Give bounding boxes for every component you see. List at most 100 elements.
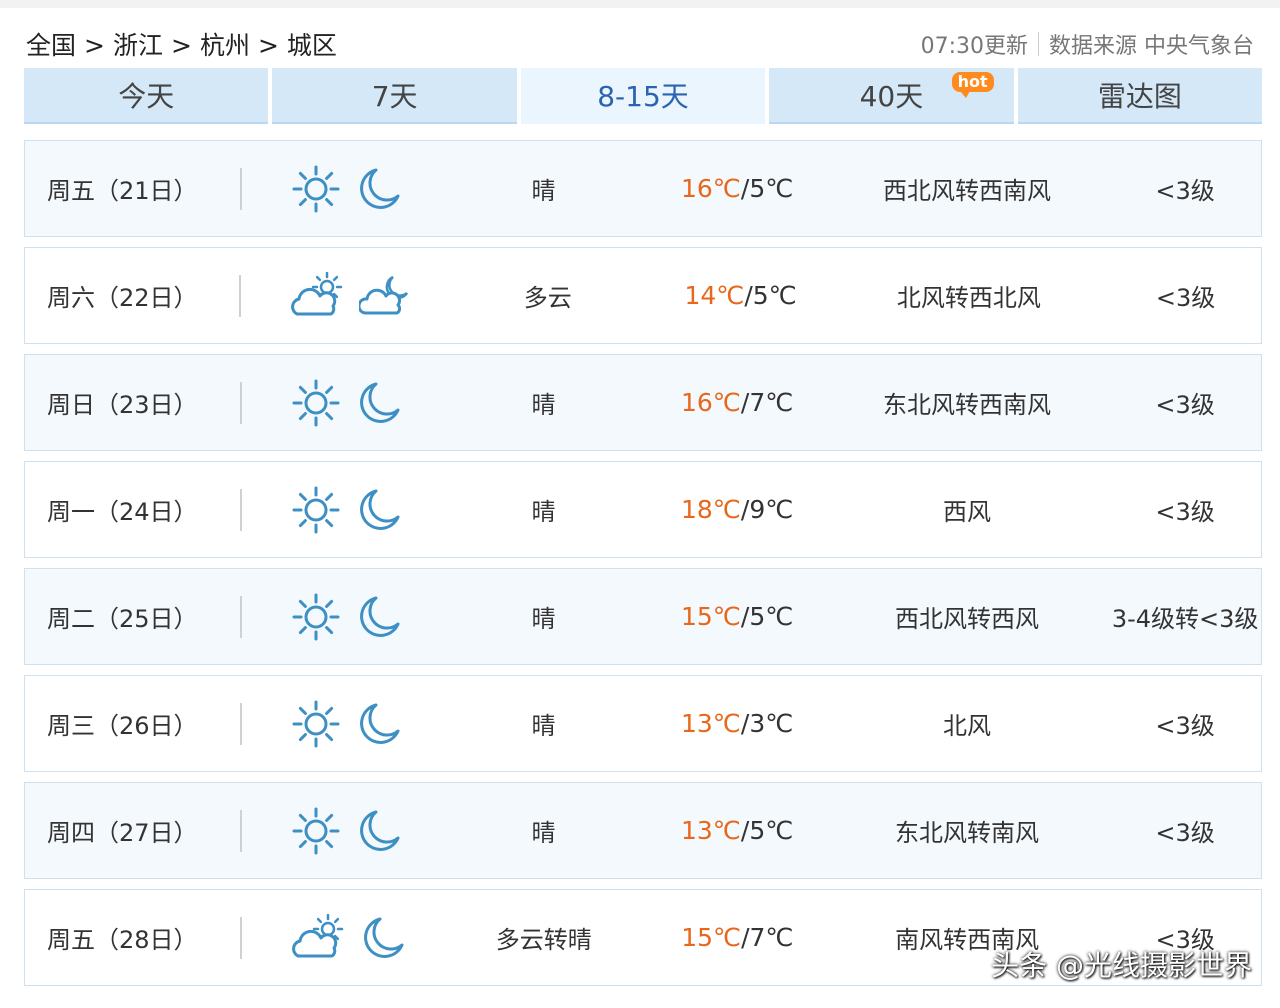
temperature: 18℃/9℃ xyxy=(681,495,795,524)
wind-direction: 西风 xyxy=(943,498,992,526)
temperature: 13℃/3℃ xyxy=(681,709,795,738)
temp-high: 16℃ xyxy=(681,174,741,203)
wind-direction: 北风转西北风 xyxy=(896,284,1041,312)
breadcrumb-item-province[interactable]: 浙江 xyxy=(113,31,163,60)
breadcrumb-item-city[interactable]: 杭州 xyxy=(200,31,250,60)
sun-icon xyxy=(290,591,342,643)
divider xyxy=(1038,32,1039,56)
temperature: 15℃/7℃ xyxy=(681,923,795,952)
tab-label: 40天 xyxy=(859,80,924,113)
breadcrumb-sep: > xyxy=(170,31,192,60)
update-info: 07:30更新 数据来源 中央气象台 xyxy=(921,28,1254,60)
wind-level: 3-4级转<3级 xyxy=(1111,605,1259,633)
temp-low: 7℃ xyxy=(749,923,794,952)
moon-icon xyxy=(360,915,406,961)
forecast-row: 周一（24日） 晴 18℃/9℃ 西风 <3级 xyxy=(24,461,1262,558)
weather-desc: 晴 xyxy=(531,819,556,847)
temp-high: 15℃ xyxy=(681,923,742,952)
breadcrumb-sep: > xyxy=(84,31,105,60)
forecast-row: 周六（22日） 多云 14℃/5℃ 北风转西北风 <3级 xyxy=(24,247,1262,344)
temp-high: 13℃ xyxy=(681,709,741,738)
day-label: 周六（22日） xyxy=(47,284,198,312)
day-label: 周五（28日） xyxy=(47,926,198,954)
forecast-row: 周五（21日） 晴 16℃/5℃ 西北风转西南风 <3级 xyxy=(24,140,1262,237)
weather-desc: 多云 xyxy=(523,284,572,312)
temperature: 13℃/5℃ xyxy=(681,816,795,845)
forecast-list: 周五（21日） 晴 16℃/5℃ 西北风转西南风 <3级 周六（22日） 多云 … xyxy=(24,140,1262,996)
tab-7days[interactable]: 7天 xyxy=(272,68,517,124)
temperature: 14℃/5℃ xyxy=(684,281,797,310)
weather-desc: 晴 xyxy=(531,712,556,740)
moon-icon xyxy=(356,701,402,747)
forecast-row: 周二（25日） 晴 15℃/5℃ 西北风转西风 3-4级转<3级 xyxy=(24,568,1262,665)
wind-level: <3级 xyxy=(1155,712,1215,740)
hot-badge: hot xyxy=(951,72,994,98)
day-label: 周日（23日） xyxy=(47,391,198,419)
wind-direction: 西北风转西风 xyxy=(895,605,1040,633)
temp-low: 7℃ xyxy=(749,388,794,417)
day-label: 周一（24日） xyxy=(47,498,198,526)
temp-low: 5℃ xyxy=(749,174,794,203)
temp-low: 9℃ xyxy=(749,495,794,524)
temp-high: 18℃ xyxy=(681,495,741,524)
weather-desc: 晴 xyxy=(531,177,556,205)
temp-high: 13℃ xyxy=(681,816,741,845)
temp-low: 5℃ xyxy=(752,281,797,310)
temp-high: 16℃ xyxy=(681,388,741,417)
weather-icons xyxy=(242,698,406,750)
wind-direction: 西北风转西南风 xyxy=(883,177,1052,205)
wind-direction: 东北风转西南风 xyxy=(883,391,1052,419)
watermark: 头条 @光线摄影世界 xyxy=(991,949,1252,982)
temp-sep: / xyxy=(744,281,753,310)
moon-icon xyxy=(356,380,402,426)
wind-level: <3级 xyxy=(1155,391,1215,419)
wind-level: <3级 xyxy=(1155,177,1215,205)
tab-label: 雷达图 xyxy=(1097,80,1182,113)
cloudy-sun-icon xyxy=(289,271,345,320)
tab-40days[interactable]: 40天 hot xyxy=(769,68,1014,124)
weather-desc: 晴 xyxy=(531,391,556,419)
sun-icon xyxy=(290,484,342,536)
forecast-row: 周四（27日） 晴 13℃/5℃ 东北风转南风 <3级 xyxy=(24,782,1262,879)
sun-icon xyxy=(290,163,342,215)
weather-desc: 晴 xyxy=(531,605,556,633)
breadcrumb-sep: > xyxy=(257,31,279,60)
temp-high: 14℃ xyxy=(684,281,745,310)
temperature: 15℃/5℃ xyxy=(681,602,795,631)
moon-icon xyxy=(356,487,402,533)
tab-label: 8-15天 xyxy=(597,80,689,113)
temp-low: 5℃ xyxy=(749,816,794,845)
breadcrumb-item-district: 城区 xyxy=(286,31,337,60)
tab-label: 7天 xyxy=(371,80,418,113)
moon-icon xyxy=(356,594,402,640)
sun-icon xyxy=(290,805,342,857)
wind-direction: 北风 xyxy=(943,712,992,740)
weather-icons xyxy=(242,805,406,857)
tab-8-15days[interactable]: 8-15天 xyxy=(520,68,766,124)
tab-label: 今天 xyxy=(118,80,175,113)
weather-desc: 多云转晴 xyxy=(495,926,592,954)
forecast-row: 周三（26日） 晴 13℃/3℃ 北风 <3级 xyxy=(24,675,1262,772)
day-label: 周四（27日） xyxy=(47,819,198,847)
temperature: 16℃/5℃ xyxy=(681,174,795,203)
data-source: 数据来源 中央气象台 xyxy=(1049,34,1254,59)
forecast-row: 周日（23日） 晴 16℃/7℃ 东北风转西南风 <3级 xyxy=(24,354,1262,451)
weather-icons xyxy=(242,484,406,536)
tab-today[interactable]: 今天 xyxy=(24,68,269,124)
wind-direction: 东北风转南风 xyxy=(895,819,1040,847)
tab-radar[interactable]: 雷达图 xyxy=(1017,68,1263,124)
weather-desc: 晴 xyxy=(531,498,556,526)
wind-level: <3级 xyxy=(1155,284,1216,312)
day-label: 周五（21日） xyxy=(47,177,198,205)
sun-icon xyxy=(290,377,342,429)
temp-low: 5℃ xyxy=(749,602,794,631)
breadcrumb: 全国 > 浙江 > 杭州 > 城区 xyxy=(26,26,337,62)
breadcrumb-item-country[interactable]: 全国 xyxy=(26,31,76,60)
temperature: 16℃/7℃ xyxy=(681,388,795,417)
temp-low: 3℃ xyxy=(749,709,794,738)
top-strip xyxy=(0,0,1280,8)
weather-icons xyxy=(242,591,406,643)
cloudy-sun-icon xyxy=(290,913,346,962)
cloudy-moon-icon xyxy=(359,273,411,319)
wind-level: <3级 xyxy=(1155,498,1215,526)
